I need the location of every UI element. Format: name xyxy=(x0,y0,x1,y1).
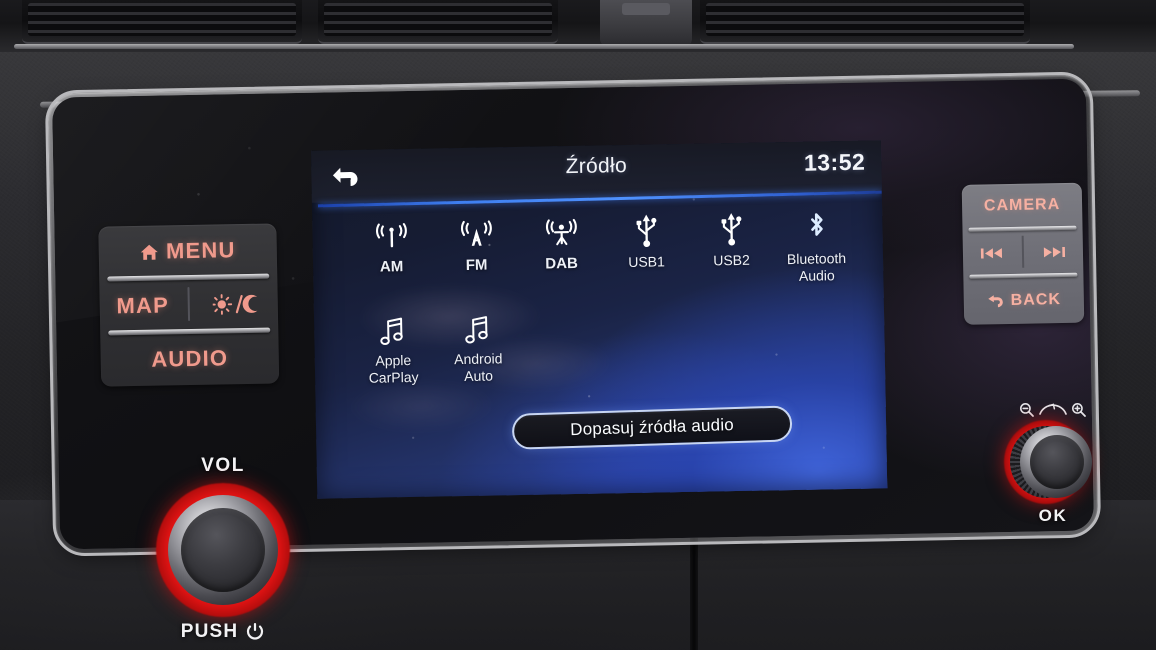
source-item-usb1[interactable]: USB1 xyxy=(603,208,689,288)
customize-audio-sources-label: Dopasuj źródła audio xyxy=(569,415,735,440)
source-item-bluetooth-audio[interactable]: Bluetooth Audio xyxy=(773,205,859,285)
previous-track-button[interactable] xyxy=(963,246,1021,261)
ok-knob-assembly: OK xyxy=(998,398,1108,538)
source-label: USB1 xyxy=(628,253,665,270)
air-vent-center-left xyxy=(318,0,558,44)
back-button[interactable]: BACK xyxy=(963,277,1084,325)
fm-radio-antenna-icon xyxy=(458,211,495,252)
zoom-in-icon xyxy=(1071,402,1087,418)
zoom-out-icon xyxy=(1019,402,1035,418)
right-button-cluster: CAMERA BACK xyxy=(961,182,1085,325)
audio-button[interactable]: AUDIO xyxy=(100,331,279,386)
ok-knob[interactable] xyxy=(1030,435,1084,489)
volume-knob[interactable] xyxy=(181,508,265,592)
vent-slats-icon xyxy=(324,3,552,36)
source-item-usb2[interactable]: USB2 xyxy=(688,206,774,286)
infotainment-screen[interactable]: Źródło 13:52 AM FM DAB USB1 USB2 Bluetoo… xyxy=(310,140,888,499)
push-label: PUSH xyxy=(180,621,239,642)
source-item-dab[interactable]: DAB xyxy=(518,209,604,289)
source-label: Android Auto xyxy=(454,350,503,384)
push-power-label-row: PUSH xyxy=(148,621,298,643)
volume-knob-label: VOL xyxy=(201,455,245,476)
home-icon xyxy=(140,243,159,260)
clock: 13:52 xyxy=(803,148,866,176)
vent-slats-icon xyxy=(706,3,1024,36)
zoom-icons-row xyxy=(998,398,1108,422)
audio-source-grid: AM FM DAB USB1 USB2 Bluetooth Audio Appl… xyxy=(348,205,861,386)
source-item-android-auto[interactable]: Android Auto xyxy=(435,305,521,385)
usb-icon xyxy=(633,208,660,248)
back-arrow-icon xyxy=(987,293,1006,309)
next-track-icon xyxy=(1041,245,1067,259)
volume-knob-assembly: VOL PUSH xyxy=(148,455,298,645)
source-label: Apple CarPlay xyxy=(368,352,419,386)
next-track-button[interactable] xyxy=(1025,245,1083,260)
music-note-icon xyxy=(377,307,408,348)
zoom-arc-icon xyxy=(1039,403,1067,417)
source-label: DAB xyxy=(545,254,578,273)
am-radio-antenna-icon xyxy=(373,213,410,254)
power-icon xyxy=(245,622,265,642)
vent-chrome-trim xyxy=(14,44,1074,49)
vent-slats-icon xyxy=(28,3,296,36)
left-button-cluster: MENU MAP AUDIO xyxy=(98,223,280,387)
menu-button-label: MENU xyxy=(165,237,236,264)
source-row-1: AM FM DAB USB1 USB2 Bluetooth Audio xyxy=(348,205,859,292)
map-button-label: MAP xyxy=(116,292,170,319)
usb-icon xyxy=(718,207,745,247)
vent-direction-thumbwheel[interactable] xyxy=(600,0,692,46)
previous-track-icon xyxy=(979,246,1005,260)
camera-button[interactable]: CAMERA xyxy=(962,183,1083,229)
bluetooth-icon xyxy=(803,205,830,245)
source-label: FM xyxy=(465,256,488,274)
music-note-icon xyxy=(462,306,493,347)
source-item-apple-carplay[interactable]: Apple CarPlay xyxy=(350,307,436,387)
car-infotainment-photo: Źródło 13:52 AM FM DAB USB1 USB2 Bluetoo… xyxy=(0,0,1156,650)
source-label: USB2 xyxy=(713,251,750,269)
source-label: AM xyxy=(379,258,404,276)
sun-moon-icon xyxy=(212,293,261,316)
source-label: Bluetooth Audio xyxy=(786,249,847,284)
menu-button[interactable]: MENU xyxy=(98,223,277,278)
air-vent-left xyxy=(22,0,302,44)
ok-knob-label: OK xyxy=(1038,506,1068,525)
source-item-am[interactable]: AM xyxy=(348,213,434,293)
dab-radio-antenna-icon xyxy=(543,210,580,251)
air-vent-right xyxy=(700,0,1030,44)
back-button-label: BACK xyxy=(1010,291,1062,309)
source-item-fm[interactable]: FM xyxy=(433,211,519,291)
camera-button-label: CAMERA xyxy=(983,196,1061,215)
source-row-2: Apple CarPlay Android Auto xyxy=(350,299,861,386)
audio-button-label: AUDIO xyxy=(151,345,229,372)
